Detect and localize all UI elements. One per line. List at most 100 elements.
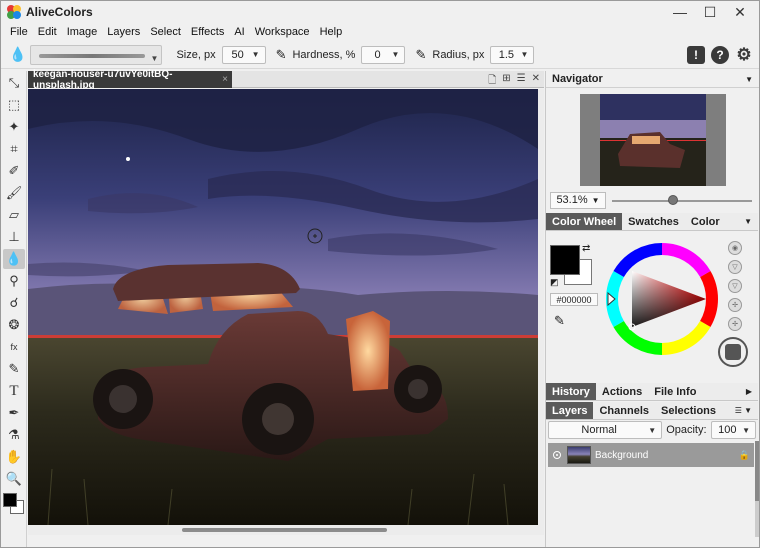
maximize-button[interactable]: ☐ [695, 3, 725, 21]
fx-brush-icon[interactable]: fx [3, 337, 25, 357]
menu-select[interactable]: Select [145, 26, 186, 38]
layers-scrollbar[interactable] [755, 441, 759, 537]
layers-tabs: Layers Channels Selections ☰ ▼ [546, 402, 758, 420]
zoom-field[interactable]: 53.1% ▼ [550, 191, 606, 209]
opacity-value: 100 [718, 424, 737, 436]
gear-icon[interactable]: ⚙ [735, 45, 753, 64]
stamp-icon[interactable]: ⊥ [3, 227, 25, 247]
pencil-icon[interactable]: ✎ [3, 359, 25, 379]
radius-field[interactable]: 1.5 ▼ [490, 45, 535, 64]
radius-label: Radius, px [432, 48, 485, 61]
marquee-icon[interactable]: ⬚ [3, 95, 25, 115]
lock-icon[interactable]: 🔒 [739, 450, 750, 461]
harmony-mode-icon[interactable]: ✢ [728, 317, 742, 331]
smudge-icon[interactable]: ☌ [3, 293, 25, 313]
hardness-field[interactable]: 0 ▼ [361, 45, 406, 64]
chevron-down-icon[interactable]: ▼ [744, 213, 758, 230]
chevron-down-icon[interactable]: ▼ [745, 75, 753, 84]
close-button[interactable]: ✕ [725, 3, 755, 21]
layer-row-background[interactable]: Background 🔒 [548, 443, 754, 467]
size-field[interactable]: 50 ▼ [221, 45, 266, 64]
harmony-mode-icon[interactable]: ◉ [728, 241, 742, 255]
tab-selections[interactable]: Selections [655, 402, 722, 419]
hardness-value: 0 [374, 48, 381, 61]
tab-list-icon[interactable]: ☰ [517, 73, 526, 90]
zoom-slider-handle[interactable] [667, 194, 678, 205]
tab-actions[interactable]: Actions [596, 383, 648, 400]
close-icon[interactable]: ✕ [532, 73, 540, 90]
tab-color-wheel[interactable]: Color Wheel [546, 213, 623, 230]
eraser-icon[interactable]: ▱ [3, 205, 25, 225]
help-icon[interactable]: ? [711, 46, 729, 64]
right-panel: Navigator ▼ 53.1% ▼ Color Wheel Swatches… [545, 71, 759, 547]
color-swatches[interactable] [1, 491, 26, 517]
color-wheel-panel: ⇄ ◩ #000000 ✎ ◉ ▽ ▽ ✢ ✢ [546, 239, 758, 385]
app-window: AliveColors — ☐ ✕ File Edit Image Layers… [0, 0, 760, 548]
harmony-mode-icon[interactable]: ▽ [728, 260, 742, 274]
radius-brush-icon: ✎ [415, 46, 427, 62]
minimize-button[interactable]: — [665, 3, 695, 21]
panel-menu-icon[interactable]: ☰ ▼ [735, 402, 758, 419]
tab-history[interactable]: History [546, 383, 596, 400]
hardness-label: Hardness, % [292, 48, 356, 61]
foreground-color-swatch[interactable] [550, 245, 580, 275]
text-icon[interactable]: T [3, 381, 25, 401]
zoom-icon[interactable]: 🔍 [3, 469, 25, 489]
opacity-field[interactable]: 100 ▼ [710, 421, 756, 439]
grid-view-icon[interactable]: ⊞ [502, 73, 510, 90]
title-bar: AliveColors — ☐ ✕ [1, 1, 759, 23]
hex-color-field[interactable]: #000000 [550, 293, 598, 306]
tab-channels[interactable]: Channels [593, 402, 655, 419]
close-tab-icon[interactable]: × [222, 74, 228, 85]
color-wheel[interactable] [606, 243, 718, 355]
blend-mode-select[interactable]: Normal ▼ [548, 421, 663, 439]
menu-edit[interactable]: Edit [33, 26, 62, 38]
swap-colors-icon[interactable]: ⇄ [582, 243, 590, 254]
menu-effects[interactable]: Effects [186, 26, 229, 38]
visibility-eye-icon[interactable] [553, 451, 561, 459]
default-colors-icon[interactable]: ◩ [550, 277, 559, 288]
blur-drop-icon[interactable]: 💧 [3, 249, 25, 269]
photo-vintage-car-dusk [28, 89, 538, 525]
eyedropper-icon[interactable]: ✎ [554, 313, 565, 329]
scroll-thumb[interactable] [182, 528, 387, 532]
tab-layers[interactable]: Layers [546, 402, 594, 419]
canvas-horizontal-scrollbar[interactable] [28, 525, 544, 535]
alivecolors-logo-icon [6, 4, 22, 20]
magic-wand-icon[interactable]: ✦ [3, 117, 25, 137]
menu-ai[interactable]: AI [229, 26, 249, 38]
eyedropper-brush-icon[interactable]: ✐ [3, 161, 25, 181]
tab-color[interactable]: Color [685, 213, 726, 230]
menu-help[interactable]: Help [315, 26, 348, 38]
navigator-preview[interactable] [579, 94, 726, 186]
feedback-icon[interactable]: ! [687, 46, 705, 64]
tab-swatches[interactable]: Swatches [622, 213, 685, 230]
pen-icon[interactable]: ✒ [3, 403, 25, 423]
dodge-icon[interactable]: ⚲ [3, 271, 25, 291]
zoom-slider[interactable] [612, 192, 752, 209]
menu-workspace[interactable]: Workspace [250, 26, 315, 38]
brush-icon[interactable]: 🖌 [3, 183, 25, 203]
document-icon[interactable]: 🗋 [488, 73, 496, 90]
tab-file-info[interactable]: File Info [648, 383, 702, 400]
color-picker-icon[interactable]: ⚗ [3, 425, 25, 445]
color-mode-button[interactable] [718, 337, 748, 367]
canvas-vertical-scrollbar[interactable] [538, 89, 544, 525]
zoom-value: 53.1% [556, 194, 588, 206]
harmony-mode-icon[interactable]: ✢ [728, 298, 742, 312]
chevron-right-icon[interactable]: ▶ [746, 383, 758, 400]
sponge-icon[interactable]: ❂ [3, 315, 25, 335]
menu-file[interactable]: File [5, 26, 33, 38]
move-icon[interactable]: ⤡ [3, 73, 25, 93]
color-tabs: Color Wheel Swatches Color ▼ [546, 213, 758, 231]
brush-preset-selector[interactable]: ▼ [30, 44, 163, 65]
hand-icon[interactable]: ✋ [3, 447, 25, 467]
menu-image[interactable]: Image [62, 26, 103, 38]
chevron-down-icon: ▼ [742, 425, 750, 435]
image-canvas[interactable] [28, 89, 538, 525]
menu-layers[interactable]: Layers [102, 26, 145, 38]
crop-icon[interactable]: ⌗ [3, 139, 25, 159]
harmony-mode-icon[interactable]: ▽ [728, 279, 742, 293]
opacity-label: Opacity: [666, 424, 707, 436]
document-tab[interactable]: keegan-houser-u7uvYe0itBQ-unsplash.jpg × [28, 69, 232, 91]
